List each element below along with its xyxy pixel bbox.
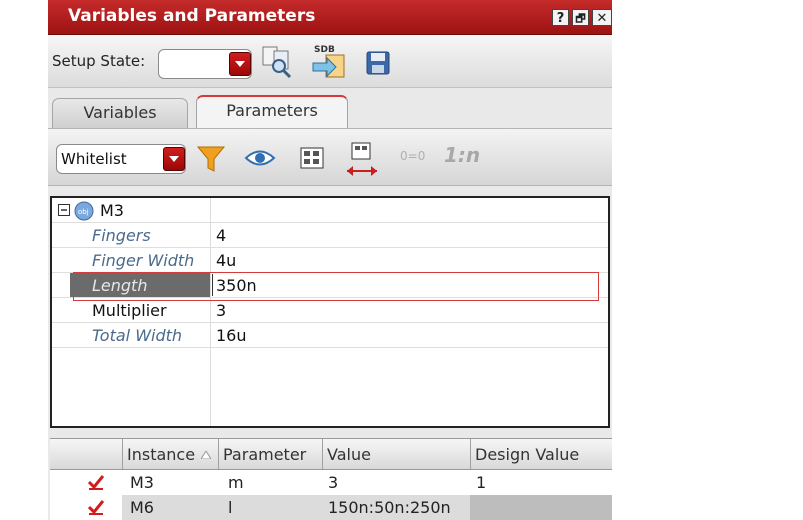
filter-value: Whitelist xyxy=(61,150,127,168)
cell-instance: M3 xyxy=(130,473,154,492)
col-value[interactable]: Value xyxy=(322,439,470,469)
object-icon: obj xyxy=(74,201,94,221)
param-value[interactable]: 4 xyxy=(216,226,226,245)
tab-bar: Variables Parameters xyxy=(48,88,612,128)
parameters-toolbar: Whitelist 0=0 1:n xyxy=(48,128,612,186)
header-value: Value xyxy=(327,445,371,464)
sort-asc-icon xyxy=(201,451,211,459)
checkbox-checked-icon[interactable] xyxy=(88,499,104,515)
param-row-total-width[interactable]: Total Width 16u xyxy=(52,323,608,348)
param-value: 16u xyxy=(216,326,247,345)
param-value[interactable]: 3 xyxy=(216,301,226,320)
cell-value: 150n:50n:250n xyxy=(328,498,451,517)
cell-instance: M6 xyxy=(130,498,154,517)
param-row-fingers[interactable]: Fingers 4 xyxy=(52,223,608,248)
param-name: Total Width xyxy=(92,326,183,345)
svg-text:SDB: SDB xyxy=(314,45,335,55)
load-state-icon[interactable] xyxy=(260,45,294,79)
cell-value: 3 xyxy=(328,473,339,492)
tab-parameters[interactable]: Parameters xyxy=(196,95,348,128)
checkbox-checked-icon[interactable] xyxy=(88,474,104,490)
link-label[interactable]: 0=0 xyxy=(400,149,425,163)
filter-dropdown-icon[interactable] xyxy=(163,147,185,171)
setup-state-bar: Setup State: SDB xyxy=(48,35,612,88)
tree-instance-row[interactable]: obj M3 xyxy=(52,198,608,223)
col-instance[interactable]: Instance xyxy=(122,439,218,469)
setup-state-label: Setup State: xyxy=(52,52,146,70)
param-value[interactable]: 4u xyxy=(216,251,236,270)
collapse-icon[interactable] xyxy=(58,204,70,216)
cell-parameter: m xyxy=(228,473,244,492)
col-parameter[interactable]: Parameter xyxy=(218,439,322,469)
header-instance: Instance xyxy=(127,445,196,464)
table-header: Instance Parameter Value Design Value xyxy=(50,439,612,470)
ratio-label[interactable]: 1:n xyxy=(444,143,480,167)
param-row-finger-width[interactable]: Finger Width 4u xyxy=(52,248,608,273)
save-icon[interactable] xyxy=(366,51,390,75)
variables-parameters-panel: Variables and Parameters ? 🗗 ✕ Setup Sta… xyxy=(48,0,612,520)
help-button[interactable]: ? xyxy=(552,9,569,26)
setup-state-dropdown-icon[interactable] xyxy=(229,52,251,76)
svg-text:obj: obj xyxy=(78,208,89,216)
compare-icon[interactable] xyxy=(344,141,380,179)
header-parameter: Parameter xyxy=(223,445,307,464)
parameter-table: Instance Parameter Value Design Value M3… xyxy=(50,438,612,520)
title-bar: Variables and Parameters ? 🗗 ✕ xyxy=(48,0,612,35)
parameter-tree: obj M3 Fingers 4 Finger Width 4u Length … xyxy=(50,196,610,428)
cell-design-value-empty xyxy=(470,495,612,520)
table-view-icon[interactable] xyxy=(300,147,324,169)
tab-variables[interactable]: Variables xyxy=(52,98,188,128)
param-name: Multiplier xyxy=(92,301,167,320)
window-title: Variables and Parameters xyxy=(68,6,316,26)
restore-button[interactable]: 🗗 xyxy=(572,9,589,26)
sdb-icon[interactable]: SDB xyxy=(310,43,350,81)
table-row[interactable]: M3 m 3 1 xyxy=(50,470,612,495)
table-row[interactable]: M6 l 150n:50n:250n xyxy=(50,495,612,520)
cell-design-value: 1 xyxy=(476,473,487,492)
filter-combo[interactable]: Whitelist xyxy=(56,144,186,174)
param-name: Finger Width xyxy=(92,251,195,270)
highlight-box xyxy=(73,272,599,301)
instance-name: M3 xyxy=(100,201,124,220)
col-design-value[interactable]: Design Value xyxy=(470,439,612,469)
funnel-icon[interactable] xyxy=(196,144,226,174)
header-design-value: Design Value xyxy=(475,445,580,464)
param-name: Fingers xyxy=(92,226,151,245)
eye-icon[interactable] xyxy=(244,147,276,169)
setup-state-combo[interactable] xyxy=(158,49,252,79)
close-button[interactable]: ✕ xyxy=(592,9,612,26)
cell-parameter: l xyxy=(228,498,233,517)
param-row-multiplier[interactable]: Multiplier 3 xyxy=(52,298,608,323)
